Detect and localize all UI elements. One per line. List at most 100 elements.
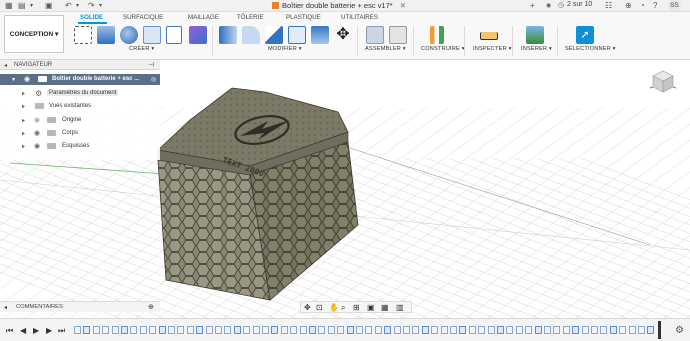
move-copy-icon[interactable]: ✥ — [334, 26, 352, 44]
collapse-panel-icon[interactable]: ◂ — [4, 62, 7, 69]
activate-icon[interactable]: ◎ — [151, 76, 156, 83]
timeline-feature[interactable] — [356, 326, 363, 334]
timeline-feature[interactable] — [506, 326, 514, 334]
comments-panel[interactable]: ◂ COMMENTAIRES ⊕ — [0, 301, 160, 312]
visibility-icon[interactable]: ◉ — [24, 75, 32, 83]
timeline-feature[interactable] — [628, 326, 636, 334]
timeline-feature[interactable] — [544, 326, 551, 334]
pattern-button[interactable] — [166, 26, 182, 44]
timeline-feature[interactable] — [581, 326, 589, 334]
file-icon[interactable]: ▤ — [18, 2, 26, 10]
browser-root-item[interactable]: ▾ ◉ Boîtier double batterie + esc ... ◎ — [0, 74, 160, 85]
timeline-feature[interactable] — [393, 326, 401, 334]
look-at-icon[interactable]: ⊡ — [316, 303, 323, 312]
save-icon[interactable]: ▣ — [45, 2, 53, 10]
grid-settings-icon[interactable]: ▦ — [381, 303, 389, 312]
timeline-feature[interactable] — [149, 326, 157, 334]
timeline-feature[interactable] — [591, 326, 598, 334]
fillet-button[interactable] — [242, 26, 260, 44]
workspace-switcher[interactable]: CONCEPTION ▾ — [4, 15, 64, 53]
pin-icon[interactable]: ⊣ — [148, 61, 154, 69]
notifications-icon[interactable]: ☷ — [605, 2, 612, 10]
timeline-feature[interactable] — [600, 326, 608, 334]
timeline-sketch-feature[interactable] — [534, 326, 542, 334]
joint-button[interactable] — [389, 26, 407, 44]
display-settings-icon[interactable]: ▣ — [367, 303, 375, 312]
timeline-feature[interactable] — [186, 326, 194, 334]
timeline-feature[interactable] — [487, 326, 495, 334]
timeline-feature[interactable] — [262, 326, 269, 334]
go-to-start-icon[interactable]: ⏮ — [6, 327, 13, 335]
create-sketch-button[interactable] — [74, 26, 92, 44]
zoom-icon[interactable]: ⌕ — [341, 303, 345, 313]
extrude-button[interactable] — [97, 26, 115, 44]
step-forward-icon[interactable]: ▶ — [46, 327, 52, 335]
file-dropdown-icon[interactable]: ▾ — [30, 2, 33, 10]
redo-icon[interactable]: ↷ — [88, 2, 95, 10]
fit-icon[interactable]: ⊞ — [353, 303, 360, 312]
group-create-label[interactable]: CRÉER ▾ — [129, 46, 154, 52]
browser-item-named-views[interactable]: ▸ Vues existantes — [0, 101, 160, 112]
group-modify-label[interactable]: MODIFIER ▾ — [268, 46, 302, 52]
timeline-feature[interactable] — [515, 326, 523, 334]
timeline-sketch-feature[interactable] — [346, 326, 354, 334]
timeline-sketch-feature[interactable] — [196, 326, 204, 334]
timeline-sketch-feature[interactable] — [609, 326, 617, 334]
timeline-feature[interactable] — [525, 326, 533, 334]
visibility-icon[interactable]: ◉ — [34, 142, 42, 150]
step-back-icon[interactable]: ◀ — [20, 327, 26, 335]
timeline-feature[interactable] — [403, 326, 410, 334]
redo-dropdown-icon[interactable]: ▾ — [99, 2, 102, 10]
group-inspect-label[interactable]: INSPECTER ▾ — [473, 46, 512, 52]
viewports-icon[interactable]: ▥ — [396, 303, 404, 312]
hole-button[interactable] — [143, 26, 161, 44]
timeline-feature[interactable] — [139, 326, 147, 334]
timeline-sketch-feature[interactable] — [158, 326, 166, 334]
pan-icon[interactable]: ✋ — [329, 303, 339, 312]
press-pull-button[interactable] — [219, 26, 237, 44]
timeline-feature[interactable] — [374, 326, 382, 334]
timeline-sketch-feature[interactable] — [459, 326, 467, 334]
timeline-feature[interactable] — [337, 326, 345, 334]
timeline-feature[interactable] — [638, 326, 645, 334]
shell-button[interactable] — [288, 26, 306, 44]
add-comment-icon[interactable]: ⊕ — [148, 303, 154, 311]
expand-icon[interactable]: ▸ — [22, 143, 25, 150]
undo-icon[interactable]: ↶ — [65, 2, 72, 10]
timeline-feature[interactable] — [318, 326, 326, 334]
timeline-sketch-feature[interactable] — [497, 326, 504, 334]
browser-item-document-settings[interactable]: ▸ ⚙ Paramètres du document — [0, 88, 160, 99]
timeline-track[interactable] — [74, 325, 664, 337]
online-status-icon[interactable]: ◉ — [546, 2, 551, 10]
timeline-sketch-feature[interactable] — [121, 326, 128, 334]
expand-icon[interactable]: ▸ — [22, 90, 25, 97]
grid-menu-icon[interactable]: ▦ — [5, 2, 13, 10]
timeline-feature[interactable] — [205, 326, 213, 334]
timeline-feature[interactable] — [280, 326, 288, 334]
measure-button[interactable] — [480, 32, 498, 40]
expand-icon[interactable]: ▸ — [22, 130, 25, 137]
expand-icon[interactable]: ▾ — [12, 76, 15, 83]
timeline-sketch-feature[interactable] — [572, 326, 580, 334]
tab-surface[interactable]: SURFACIQUE — [123, 14, 163, 21]
browser-item-origin[interactable]: ▸ ◉ Origine — [0, 115, 160, 126]
group-select-label[interactable]: SÉLECTIONNER ▾ — [565, 46, 616, 52]
chamfer-button[interactable] — [265, 26, 283, 44]
view-cube-icon[interactable] — [649, 68, 677, 94]
timeline-feature[interactable] — [450, 326, 457, 334]
timeline-feature[interactable] — [478, 326, 486, 334]
document-tab[interactable]: Boîtier double batterie + esc v17* ✕ — [272, 1, 406, 10]
timeline-feature[interactable] — [215, 326, 222, 334]
user-avatar[interactable]: SS — [668, 0, 681, 11]
timeline-feature[interactable] — [299, 326, 307, 334]
browser-item-sketches[interactable]: ▸ ◉ Esquisses — [0, 141, 160, 152]
clock-icon[interactable]: ◷ — [558, 2, 564, 10]
group-construct-label[interactable]: CONSTRUIRE ▾ — [421, 46, 465, 52]
combine-button[interactable] — [311, 26, 329, 44]
expand-icon[interactable]: ▸ — [22, 117, 25, 124]
expand-icon[interactable]: ▸ — [22, 103, 25, 110]
timeline-sketch-feature[interactable] — [384, 326, 392, 334]
job-status[interactable]: 2 sur 10 — [567, 1, 592, 8]
revolve-button[interactable] — [120, 26, 138, 44]
help-icon[interactable]: ? — [653, 2, 657, 10]
